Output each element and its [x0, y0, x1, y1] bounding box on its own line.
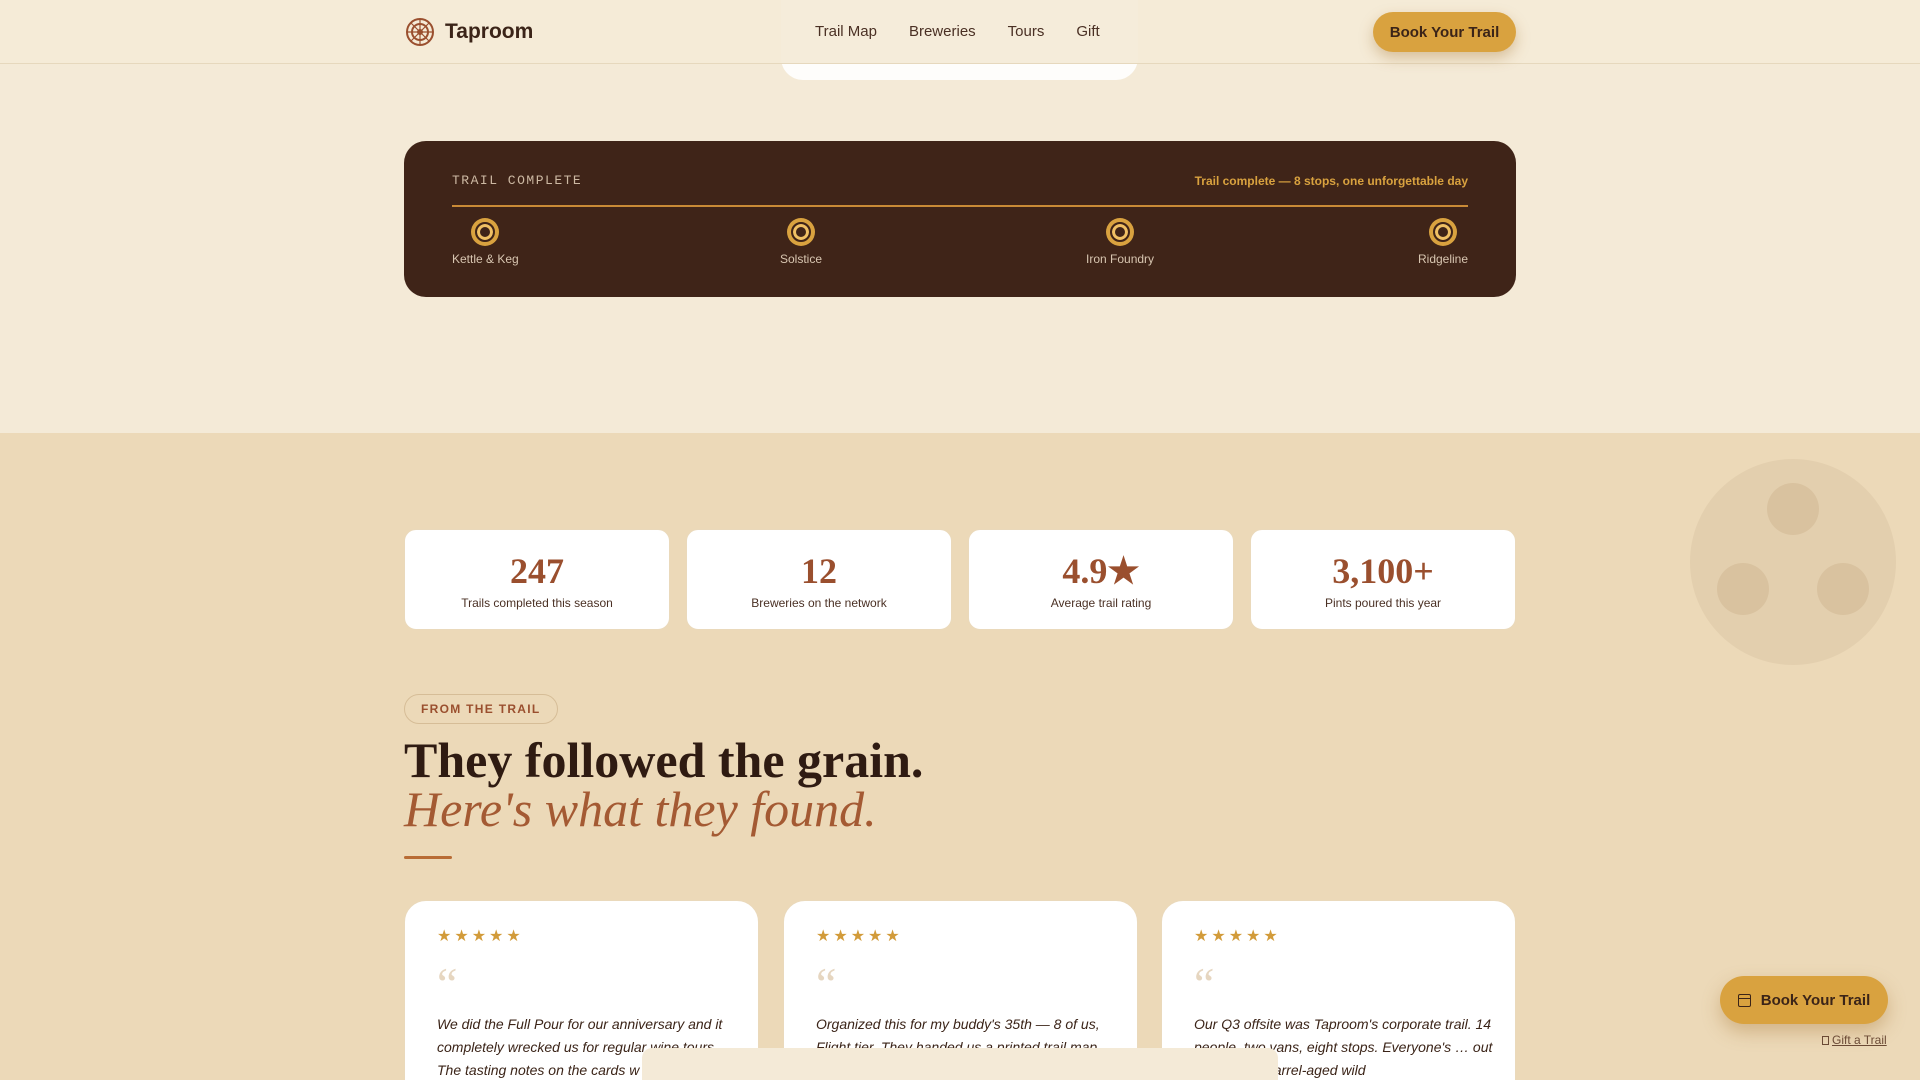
trail-stop-label: Iron Foundry	[1086, 252, 1155, 266]
trail-stop-label: Solstice	[780, 252, 823, 266]
stat-card: 3,100+ Pints poured this year	[1250, 529, 1516, 630]
logo-icon	[406, 18, 434, 46]
quote-icon: “	[1194, 958, 1215, 1009]
trail-stop[interactable]: Solstice	[780, 218, 822, 266]
trail-stop[interactable]: Kettle & Keg	[452, 218, 519, 266]
stat-value: 12	[801, 551, 837, 591]
nav-link-gift[interactable]: Gift	[1076, 23, 1099, 40]
hop-icon	[1717, 563, 1769, 615]
nav-link-trail-map[interactable]: Trail Map	[815, 23, 877, 40]
star-icon: ★	[1228, 928, 1244, 945]
trail-progress-line	[452, 205, 1468, 207]
stat-label: Trails completed this season	[461, 596, 613, 610]
section-headline: They followed the grain.	[404, 732, 924, 788]
stop-dot-icon	[1106, 218, 1135, 246]
star-rating: ★ ★ ★ ★ ★	[1194, 929, 1278, 945]
star-icon: ★	[1246, 928, 1261, 945]
star-icon: ★	[437, 928, 452, 945]
star-icon: ★	[489, 928, 504, 945]
nav-links: Trail Map Breweries Tours Gift	[815, 23, 1100, 40]
stat-value: 247	[510, 551, 564, 591]
stop-dot-icon	[787, 218, 816, 246]
stat-value: 4.9★	[1062, 551, 1140, 591]
stop-dot-icon	[1429, 218, 1458, 246]
gift-icon	[1822, 1035, 1829, 1045]
trail-stop[interactable]: Iron Foundry	[1086, 218, 1154, 266]
star-icon: ★	[1211, 928, 1226, 945]
stat-card: 12 Breweries on the network	[686, 529, 952, 630]
trail-stop-label: Kettle & Keg	[452, 252, 519, 266]
stat-card: 4.9★ Average trail rating	[968, 529, 1234, 630]
stat-label: Average trail rating	[1050, 596, 1152, 610]
star-icon: ★	[816, 928, 831, 945]
book-trail-button[interactable]: Book Your Trail	[1373, 12, 1516, 52]
trail-stop[interactable]: Ridgeline	[1418, 218, 1468, 266]
nav-link-tours[interactable]: Tours	[1008, 23, 1045, 40]
star-icon: ★	[1194, 928, 1209, 945]
floating-book-trail-button[interactable]: Book Your Trail	[1720, 976, 1888, 1024]
calendar-icon	[1737, 993, 1751, 1007]
floating-cta-label: Book Your Trail	[1760, 991, 1871, 1009]
stat-card: 247 Trails completed this season	[404, 529, 670, 630]
logo-link[interactable]: Taproom	[405, 17, 533, 47]
hops-decoration-icon	[1690, 459, 1896, 665]
star-icon: ★	[506, 928, 521, 945]
trail-complete-panel: TRAIL COMPLETE Trail complete — 8 stops,…	[404, 141, 1516, 297]
star-icon: ★	[471, 928, 487, 945]
section-headline-italic: Here's what they found.	[404, 781, 877, 837]
stat-label: Pints poured this year	[1324, 596, 1442, 610]
nav-link-breweries[interactable]: Breweries	[909, 23, 976, 40]
section-eyebrow: FROM THE TRAIL	[404, 694, 558, 724]
trail-stop-label: Ridgeline	[1418, 252, 1469, 266]
hop-icon	[1767, 483, 1819, 535]
bottom-overlay	[642, 1048, 1278, 1080]
quote-icon: “	[816, 958, 837, 1009]
gift-trail-link[interactable]: Gift a Trail	[1822, 1033, 1887, 1047]
star-icon: ★	[454, 928, 469, 945]
gift-link-label: Gift a Trail	[1832, 1033, 1887, 1047]
star-icon: ★	[885, 928, 900, 945]
star-icon: ★	[1263, 928, 1278, 945]
trail-status: Trail complete — 8 stops, one unforgetta…	[1194, 174, 1468, 188]
stop-dot-icon	[471, 218, 500, 246]
brand-name: Taproom	[445, 20, 534, 43]
star-rating: ★ ★ ★ ★ ★	[816, 929, 900, 945]
star-rating: ★ ★ ★ ★ ★	[437, 929, 521, 945]
trail-kicker: TRAIL COMPLETE	[452, 173, 583, 188]
quote-icon: “	[437, 958, 458, 1009]
top-nav: Taproom Trail Map Breweries Tours Gift B…	[0, 0, 1920, 64]
star-icon: ★	[868, 928, 883, 945]
stat-label: Breweries on the network	[751, 596, 887, 610]
star-icon: ★	[833, 928, 848, 945]
stat-value: 3,100+	[1332, 551, 1434, 591]
hop-icon	[1817, 563, 1869, 615]
section-divider	[404, 856, 452, 859]
star-icon: ★	[850, 928, 866, 945]
